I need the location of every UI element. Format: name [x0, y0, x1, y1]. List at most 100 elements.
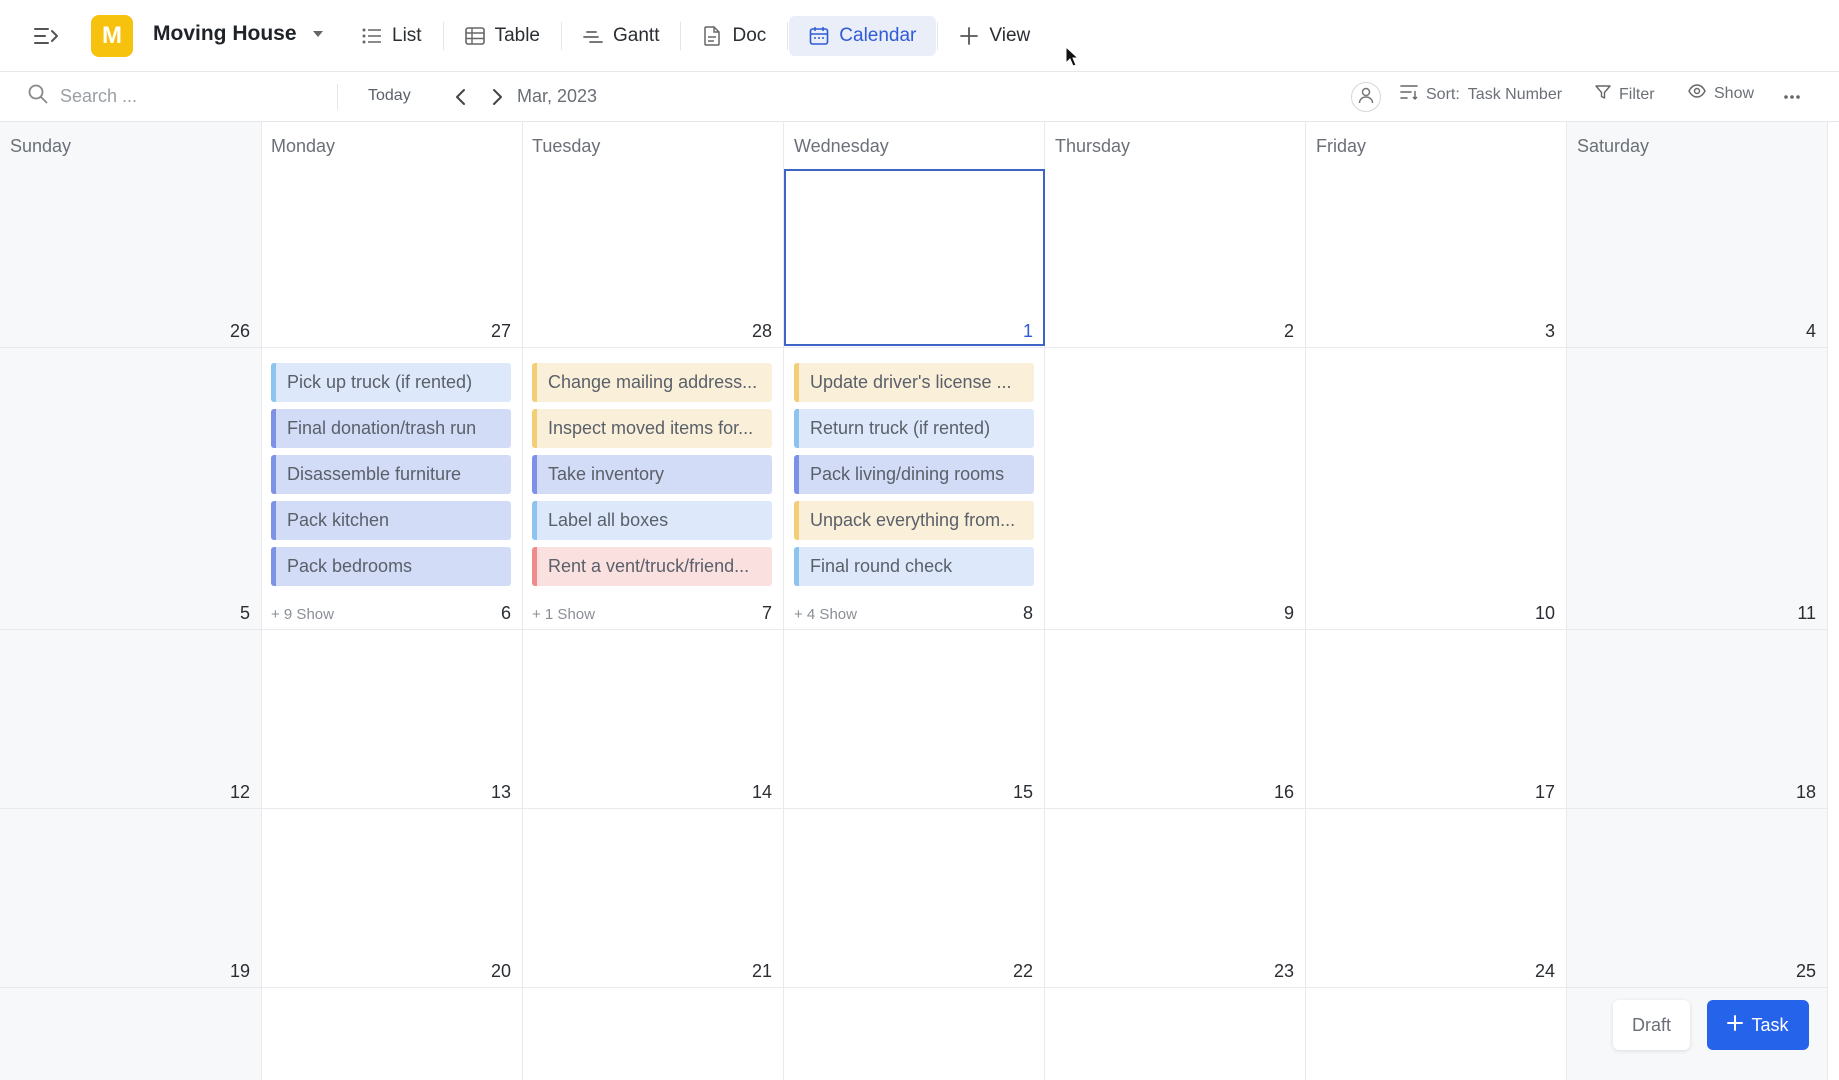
- day-number: 12: [229, 782, 250, 802]
- chevron-left-icon[interactable]: [450, 86, 470, 108]
- divider: [787, 22, 789, 50]
- calendar-grid: Sunday Monday Tuesday Wednesday Thursday…: [0, 122, 1828, 1080]
- day-header-saturday: Saturday: [1577, 136, 1650, 156]
- day-number: 5: [239, 603, 250, 623]
- today-cell[interactable]: [784, 169, 1045, 346]
- filter-button[interactable]: Filter: [1595, 84, 1655, 105]
- task-card[interactable]: Unpack everything from...: [794, 501, 1034, 540]
- day-number: 28: [751, 321, 772, 341]
- tab-gantt[interactable]: Gantt: [563, 16, 679, 56]
- chevron-right-icon[interactable]: [488, 86, 508, 108]
- day-number: 26: [229, 321, 250, 341]
- tab-label: View: [989, 25, 1031, 46]
- space-name-label: Moving House: [153, 22, 297, 45]
- search-input[interactable]: [60, 86, 320, 107]
- show-more-link[interactable]: + 1 Show: [532, 606, 595, 623]
- grid-line: [0, 987, 1828, 988]
- day-number: 27: [490, 321, 511, 341]
- day-number: 14: [751, 782, 772, 802]
- task-card[interactable]: Pack living/dining rooms: [794, 455, 1034, 494]
- sort-button[interactable]: Sort: Task Number: [1400, 84, 1562, 105]
- more-options-icon[interactable]: [1783, 94, 1801, 100]
- day-number: 13: [490, 782, 511, 802]
- divider: [937, 22, 939, 50]
- weekend-column: [1567, 122, 1828, 1080]
- search-box[interactable]: [28, 84, 320, 109]
- day-number: 18: [1795, 782, 1816, 802]
- add-task-button[interactable]: Task: [1707, 1000, 1809, 1050]
- day-number: 8: [1022, 603, 1033, 623]
- day-header-monday: Monday: [271, 136, 336, 156]
- day-header-tuesday: Tuesday: [532, 136, 601, 156]
- task-card[interactable]: Update driver's license ...: [794, 363, 1034, 402]
- task-card[interactable]: Final round check: [794, 547, 1034, 586]
- day-number: 19: [229, 961, 250, 981]
- tab-table[interactable]: Table: [445, 16, 560, 56]
- task-card[interactable]: Take inventory: [532, 455, 772, 494]
- day-number: 9: [1283, 603, 1294, 623]
- add-view-button[interactable]: View: [939, 16, 1050, 56]
- tab-label: Gantt: [613, 25, 660, 46]
- grid-line: [522, 122, 523, 1080]
- assignee-filter-button[interactable]: [1351, 82, 1381, 112]
- grid-line: [0, 347, 1828, 348]
- task-card[interactable]: Change mailing address...: [532, 363, 772, 402]
- doc-icon: [702, 26, 722, 46]
- divider: [442, 22, 444, 50]
- tab-doc[interactable]: Doc: [682, 16, 786, 56]
- filter-icon: [1595, 84, 1611, 105]
- top-bar: M Moving House List Table Gantt Doc Cale…: [0, 0, 1839, 72]
- table-icon: [464, 26, 485, 46]
- day-number-today: 1: [1022, 321, 1033, 341]
- calendar-toolbar: Today Mar, 2023 Sort: Task Number Filter…: [0, 72, 1839, 122]
- plus-icon: [1727, 1014, 1744, 1036]
- task-card[interactable]: Disassemble furniture: [271, 455, 511, 494]
- task-card[interactable]: Pick up truck (if rented): [271, 363, 511, 402]
- grid-line: [1305, 122, 1306, 1080]
- task-card[interactable]: Pack kitchen: [271, 501, 511, 540]
- view-tabs: List Table Gantt Doc Calendar View: [342, 14, 1050, 58]
- task-card[interactable]: Inspect moved items for...: [532, 409, 772, 448]
- tab-calendar[interactable]: Calendar: [789, 16, 937, 56]
- tab-list[interactable]: List: [342, 16, 442, 56]
- grid-line: [1827, 122, 1828, 1080]
- show-more-link[interactable]: + 9 Show: [271, 606, 334, 623]
- today-button[interactable]: Today: [368, 87, 411, 105]
- divider: [337, 84, 338, 110]
- draft-button[interactable]: Draft: [1613, 1000, 1690, 1050]
- tab-label: Table: [494, 25, 540, 46]
- sort-label: Sort:: [1426, 85, 1460, 103]
- tab-label: List: [392, 25, 422, 46]
- show-button[interactable]: Show: [1688, 84, 1754, 103]
- list-icon: [362, 26, 382, 46]
- grid-line: [1566, 122, 1567, 1080]
- day-number: 15: [1012, 782, 1033, 802]
- day-header-friday: Friday: [1316, 136, 1367, 156]
- space-avatar[interactable]: M: [91, 15, 133, 57]
- task-card[interactable]: Return truck (if rented): [794, 409, 1034, 448]
- day-number: 17: [1534, 782, 1555, 802]
- day-number: 21: [751, 961, 772, 981]
- space-name-dropdown[interactable]: Moving House: [153, 22, 323, 46]
- task-card[interactable]: Rent a vent/truck/friend...: [532, 547, 772, 586]
- task-card[interactable]: Label all boxes: [532, 501, 772, 540]
- task-card[interactable]: Final donation/trash run: [271, 409, 511, 448]
- filter-label: Filter: [1619, 85, 1655, 103]
- gantt-icon: [583, 26, 603, 46]
- show-label: Show: [1714, 84, 1755, 102]
- calendar-icon: [809, 26, 829, 46]
- day-header-thursday: Thursday: [1055, 136, 1131, 156]
- day-number: 2: [1283, 321, 1294, 341]
- sidebar-toggle-icon[interactable]: [30, 22, 62, 50]
- show-more-link[interactable]: + 4 Show: [794, 606, 857, 623]
- grid-line: [0, 808, 1828, 809]
- day-number: 11: [1797, 603, 1816, 623]
- grid-line: [0, 629, 1828, 630]
- tab-label: Doc: [732, 25, 767, 46]
- day-header-sunday: Sunday: [10, 136, 72, 156]
- day-header-wednesday: Wednesday: [794, 136, 889, 156]
- task-card[interactable]: Pack bedrooms: [271, 547, 511, 586]
- day-number: 24: [1534, 961, 1555, 981]
- month-label: Mar, 2023: [517, 86, 598, 106]
- chevron-down-icon: [312, 31, 323, 37]
